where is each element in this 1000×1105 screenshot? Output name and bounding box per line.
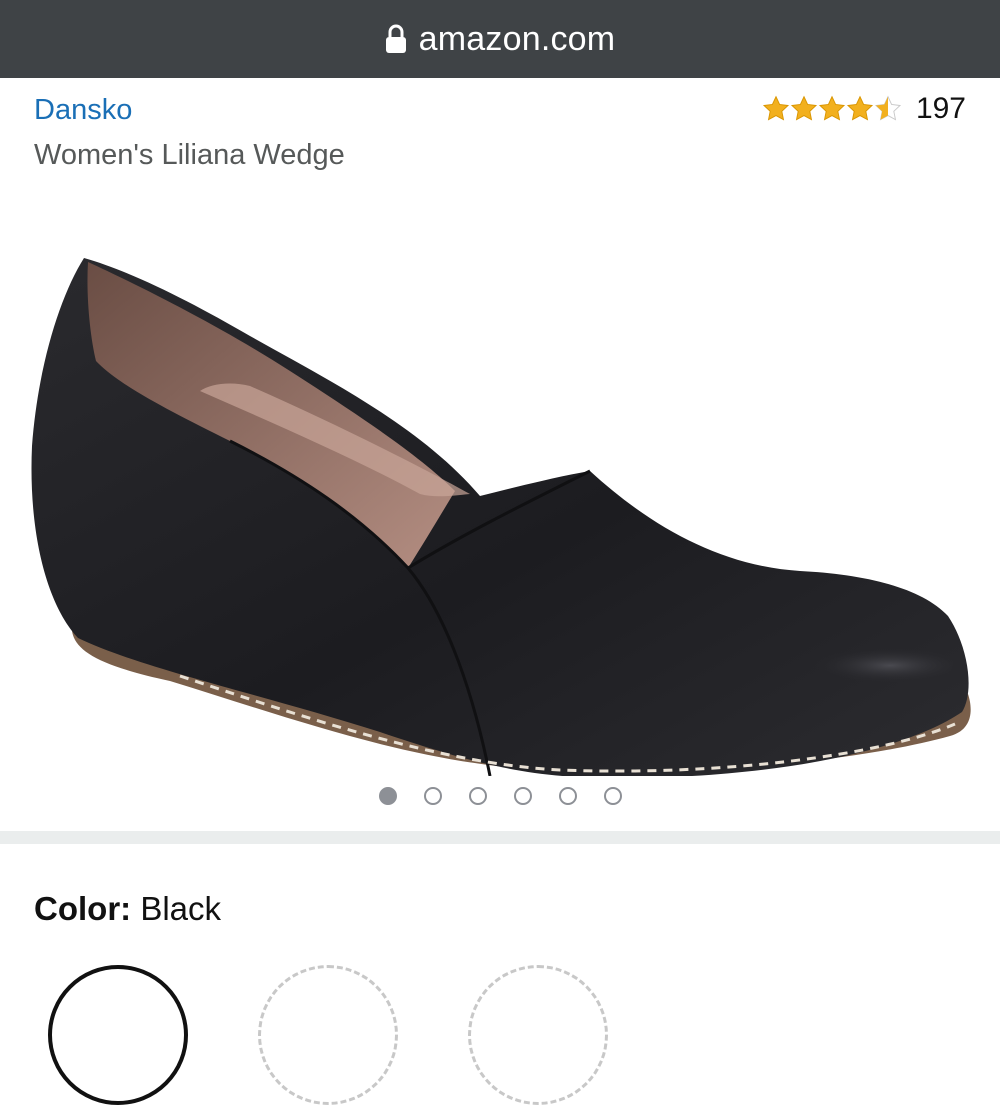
browser-url-bar[interactable]: amazon.com — [0, 0, 1000, 78]
section-divider — [0, 831, 1000, 844]
rating-count: 197 — [915, 92, 966, 125]
brand-link[interactable]: Dansko — [34, 94, 132, 127]
color-selection: Color: Black — [34, 890, 221, 928]
product-image[interactable] — [0, 176, 1000, 779]
rating-summary[interactable]: 197 — [762, 92, 966, 126]
color-swatch[interactable] — [258, 965, 398, 1105]
star-icon — [818, 95, 845, 121]
carousel-dot[interactable] — [513, 787, 532, 805]
star-rating — [762, 95, 902, 123]
carousel-dot[interactable] — [558, 787, 577, 805]
carousel-dot[interactable] — [603, 787, 622, 805]
star-icon — [762, 95, 789, 121]
star-icon — [790, 95, 817, 121]
carousel-dot[interactable] — [468, 787, 487, 805]
color-value: Black — [140, 890, 222, 927]
half-star-icon — [874, 95, 901, 121]
carousel-dot[interactable] — [423, 787, 442, 805]
lock-icon — [385, 24, 407, 54]
color-label: Color: — [34, 890, 141, 927]
carousel-dot[interactable] — [378, 787, 397, 805]
product-card: Dansko Women's Liliana Wedge 197 — [0, 78, 1000, 831]
url-text: amazon.com — [418, 19, 616, 58]
color-swatch[interactable] — [468, 965, 608, 1105]
image-carousel-indicator[interactable] — [0, 787, 1000, 805]
color-swatch-selected[interactable] — [48, 965, 188, 1105]
product-title: Women's Liliana Wedge — [34, 139, 345, 171]
star-icon — [846, 95, 873, 121]
